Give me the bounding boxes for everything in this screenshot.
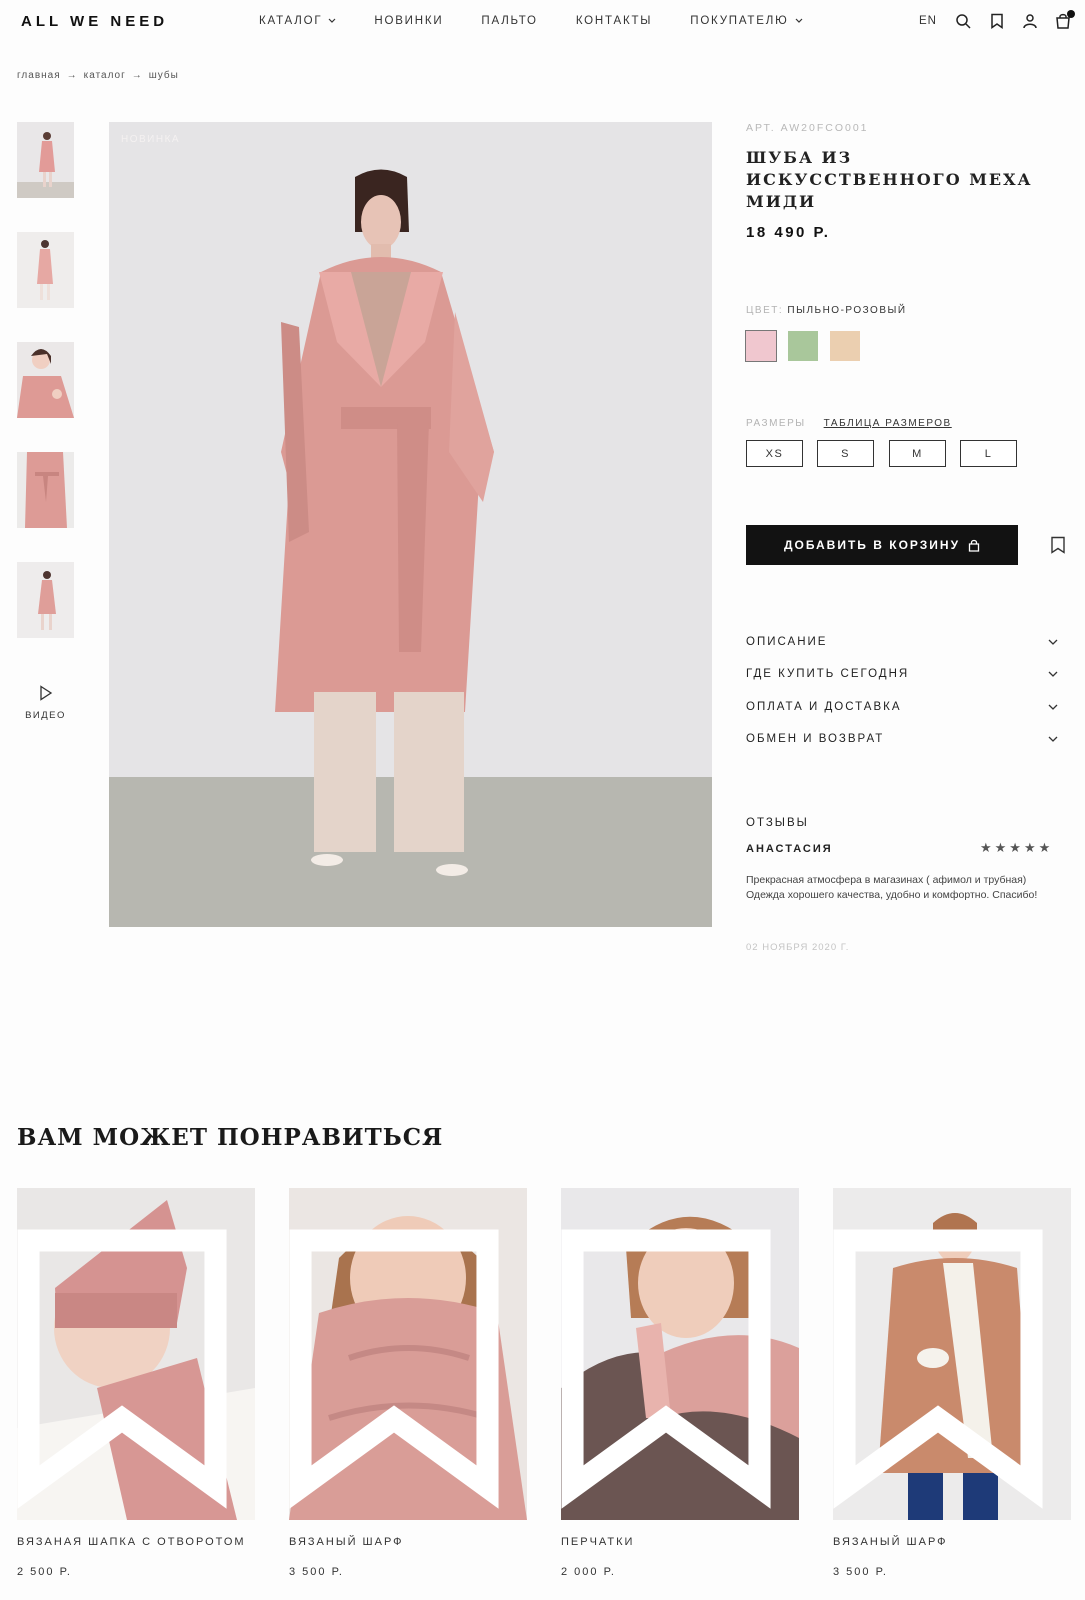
- color-swatch-beige[interactable]: [830, 331, 860, 361]
- size-selector-label: РАЗМЕРЫ ТАБЛИЦА РАЗМЕРОВ: [746, 418, 952, 429]
- site-header: ALL WE NEED КАТАЛОГ НОВИНКИ ПАЛЬТО КОНТА…: [0, 0, 1085, 44]
- nav-item-contacts[interactable]: КОНТАКТЫ: [576, 15, 652, 27]
- product-title: ШУБА ИЗ ИСКУССТВЕННОГО МЕХА МИДИ: [746, 148, 1033, 211]
- bookmark-icon[interactable]: [989, 13, 1005, 29]
- search-icon[interactable]: [955, 13, 971, 29]
- article-number: АРТ. AW20FCO001: [746, 122, 869, 134]
- size-button-s[interactable]: S: [817, 440, 874, 467]
- main-nav: КАТАЛОГ НОВИНКИ ПАЛЬТО КОНТАКТЫ ПОКУПАТЕ…: [259, 15, 841, 27]
- wishlist-icon[interactable]: [289, 1202, 513, 1520]
- chevron-down-icon: [1048, 704, 1058, 710]
- review-date: 02 НОЯБРЯ 2020 Г.: [746, 942, 850, 953]
- product-card[interactable]: ВЯЗАНЫЙ ШАРФ 3 500 Р.: [833, 1188, 1071, 1578]
- play-icon: [39, 685, 52, 701]
- chevron-down-icon: [328, 18, 336, 23]
- product-card-price: 2 500 Р.: [17, 1566, 72, 1578]
- chevron-down-icon: [1048, 671, 1058, 677]
- product-card[interactable]: ВЯЗАНЫЙ ШАРФ 3 500 Р.: [289, 1188, 527, 1578]
- product-card-name[interactable]: ВЯЗАНЫЙ ШАРФ: [289, 1534, 527, 1566]
- product-card-image[interactable]: [561, 1188, 799, 1520]
- wishlist-icon[interactable]: [561, 1202, 785, 1520]
- chevron-down-icon: [795, 18, 802, 23]
- nav-item-new[interactable]: НОВИНКИ: [374, 15, 443, 27]
- review-text: Прекрасная атмосфера в магазинах ( афимо…: [746, 874, 1038, 901]
- size-button-xs[interactable]: XS: [746, 440, 803, 467]
- product-card-image[interactable]: [289, 1188, 527, 1520]
- product-price: 18 490 Р.: [746, 224, 831, 241]
- main-product-image[interactable]: НОВИНКА: [109, 122, 712, 927]
- language-switch[interactable]: EN: [919, 15, 937, 27]
- nav-item-catalog[interactable]: КАТАЛОГ: [259, 15, 336, 27]
- accordion-payment-delivery[interactable]: ОПЛАТА И ДОСТАВКА: [746, 697, 1058, 717]
- product-card-price: 3 500 Р.: [289, 1566, 344, 1578]
- size-chart-link[interactable]: ТАБЛИЦА РАЗМЕРОВ: [824, 418, 952, 429]
- product-card-name[interactable]: ВЯЗАНЫЙ ШАРФ: [833, 1534, 1071, 1566]
- size-button-l[interactable]: L: [960, 440, 1017, 467]
- accordion-exchange-return[interactable]: ОБМЕН И ВОЗВРАТ: [746, 729, 1058, 749]
- wishlist-icon[interactable]: [17, 1202, 241, 1520]
- lock-bag-icon: [968, 539, 980, 552]
- selected-color-name: ПЫЛЬНО-РОЗОВЫЙ: [787, 305, 907, 316]
- breadcrumb-home[interactable]: главная: [17, 70, 61, 81]
- gallery-thumbnail[interactable]: [17, 122, 74, 198]
- accordion-where-to-buy[interactable]: ГДЕ КУПИТЬ СЕГОДНЯ: [746, 664, 1058, 684]
- breadcrumb-catalog[interactable]: каталог: [84, 70, 126, 81]
- add-to-cart-button[interactable]: ДОБАВИТЬ В КОРЗИНУ: [746, 525, 1018, 565]
- product-card[interactable]: ПЕРЧАТКИ 2 000 Р.: [561, 1188, 799, 1578]
- chevron-down-icon: [1048, 639, 1058, 645]
- nav-item-customer[interactable]: ПОКУПАТЕЛЮ: [690, 15, 802, 27]
- wishlist-icon[interactable]: [833, 1202, 1057, 1520]
- review-rating-stars: ★★★★★: [980, 840, 1054, 855]
- breadcrumb: главная → каталог → шубы: [17, 70, 179, 81]
- product-card-price: 3 500 Р.: [833, 1566, 888, 1578]
- video-button[interactable]: ВИДЕО: [17, 685, 74, 721]
- color-selector-label: ЦВЕТ: ПЫЛЬНО-РОЗОВЫЙ: [746, 305, 907, 316]
- product-card-name[interactable]: ПЕРЧАТКИ: [561, 1534, 799, 1566]
- cart-count-badge: [1067, 10, 1075, 18]
- gallery-thumbnail[interactable]: [17, 562, 74, 638]
- new-badge: НОВИНКА: [121, 134, 181, 145]
- size-button-m[interactable]: M: [889, 440, 946, 467]
- add-to-wishlist-icon[interactable]: [1050, 536, 1066, 554]
- reviews-title: ОТЗЫВЫ: [746, 817, 809, 829]
- chevron-down-icon: [1048, 736, 1058, 742]
- gallery-thumbnail[interactable]: [17, 232, 74, 308]
- product-card-price: 2 000 Р.: [561, 1566, 616, 1578]
- gallery-thumbnail[interactable]: [17, 342, 74, 418]
- breadcrumb-arrow-icon: →: [131, 70, 143, 81]
- product-card-name[interactable]: ВЯЗАНАЯ ШАПКА С ОТВОРОТОМ: [17, 1534, 255, 1566]
- breadcrumb-current: шубы: [148, 70, 179, 81]
- product-card-image[interactable]: [17, 1188, 255, 1520]
- logo[interactable]: ALL WE NEED: [21, 13, 168, 30]
- breadcrumb-arrow-icon: →: [66, 70, 78, 81]
- nav-item-coats[interactable]: ПАЛЬТО: [481, 15, 537, 27]
- gallery-thumbnail[interactable]: [17, 452, 74, 528]
- product-card[interactable]: ВЯЗАНАЯ ШАПКА С ОТВОРОТОМ 2 500 Р.: [17, 1188, 255, 1578]
- color-swatch-pink[interactable]: [745, 330, 777, 362]
- recommendations-title: ВАМ МОЖЕТ ПОНРАВИТЬСЯ: [17, 1124, 444, 1151]
- user-icon[interactable]: [1022, 13, 1038, 29]
- product-card-image[interactable]: [833, 1188, 1071, 1520]
- accordion-description[interactable]: ОПИСАНИЕ: [746, 632, 1058, 652]
- review-author: АНАСТАСИЯ: [746, 843, 833, 855]
- color-swatch-green[interactable]: [788, 331, 818, 361]
